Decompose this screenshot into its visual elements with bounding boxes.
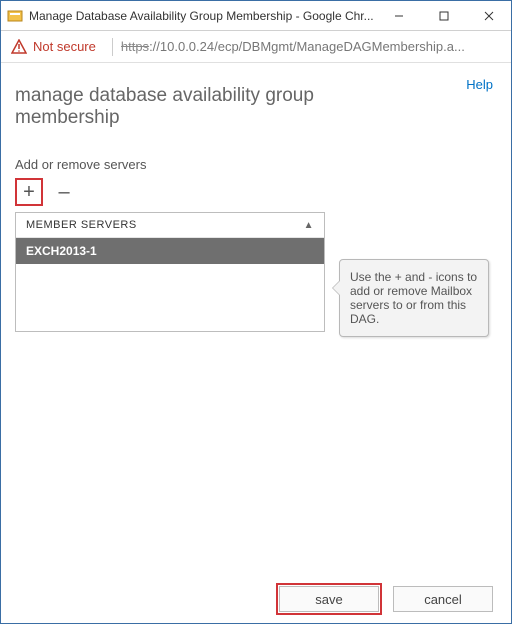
page-title: manage database availability group membe…: [15, 85, 415, 129]
member-servers-list[interactable]: MEMBER SERVERS ▲ EXCH2013-1: [15, 212, 325, 332]
list-header-label: MEMBER SERVERS: [26, 219, 137, 231]
list-header[interactable]: MEMBER SERVERS ▲: [16, 213, 324, 238]
footer: save cancel: [1, 575, 511, 623]
add-server-button[interactable]: +: [18, 181, 40, 203]
callout-text: Use the + and - icons to add or remove M…: [350, 270, 477, 326]
save-button[interactable]: save: [279, 586, 379, 612]
content-area: Help manage database availability group …: [1, 63, 511, 575]
help-link[interactable]: Help: [466, 77, 493, 92]
helper-callout: Use the + and - icons to add or remove M…: [339, 259, 489, 337]
addressbar: Not secure https://10.0.0.24/ecp/DBMgmt/…: [1, 31, 511, 63]
warning-icon: [11, 39, 27, 55]
cancel-button[interactable]: cancel: [393, 586, 493, 612]
app-icon: [7, 8, 23, 24]
addressbar-divider: [112, 38, 113, 56]
section-label: Add or remove servers: [15, 157, 497, 172]
url-text[interactable]: https://10.0.0.24/ecp/DBMgmt/ManageDAGMe…: [121, 39, 501, 54]
sort-asc-icon: ▲: [304, 220, 314, 231]
not-secure-label: Not secure: [33, 39, 96, 54]
app-window: Manage Database Availability Group Membe…: [0, 0, 512, 624]
close-button[interactable]: [466, 1, 511, 30]
minimize-button[interactable]: [376, 1, 421, 30]
plus-icon: +: [23, 181, 35, 204]
list-toolbar: + –: [15, 178, 497, 206]
url-protocol: https: [121, 39, 149, 54]
add-button-highlight: +: [15, 178, 43, 206]
minus-icon: –: [58, 181, 69, 204]
maximize-button[interactable]: [421, 1, 466, 30]
window-controls: [376, 1, 511, 30]
window-title: Manage Database Availability Group Membe…: [29, 9, 376, 23]
list-item[interactable]: EXCH2013-1: [16, 238, 324, 264]
remove-server-button[interactable]: –: [53, 181, 75, 203]
titlebar: Manage Database Availability Group Membe…: [1, 1, 511, 31]
url-rest: ://10.0.0.24/ecp/DBMgmt/ManageDAGMembers…: [149, 39, 465, 54]
